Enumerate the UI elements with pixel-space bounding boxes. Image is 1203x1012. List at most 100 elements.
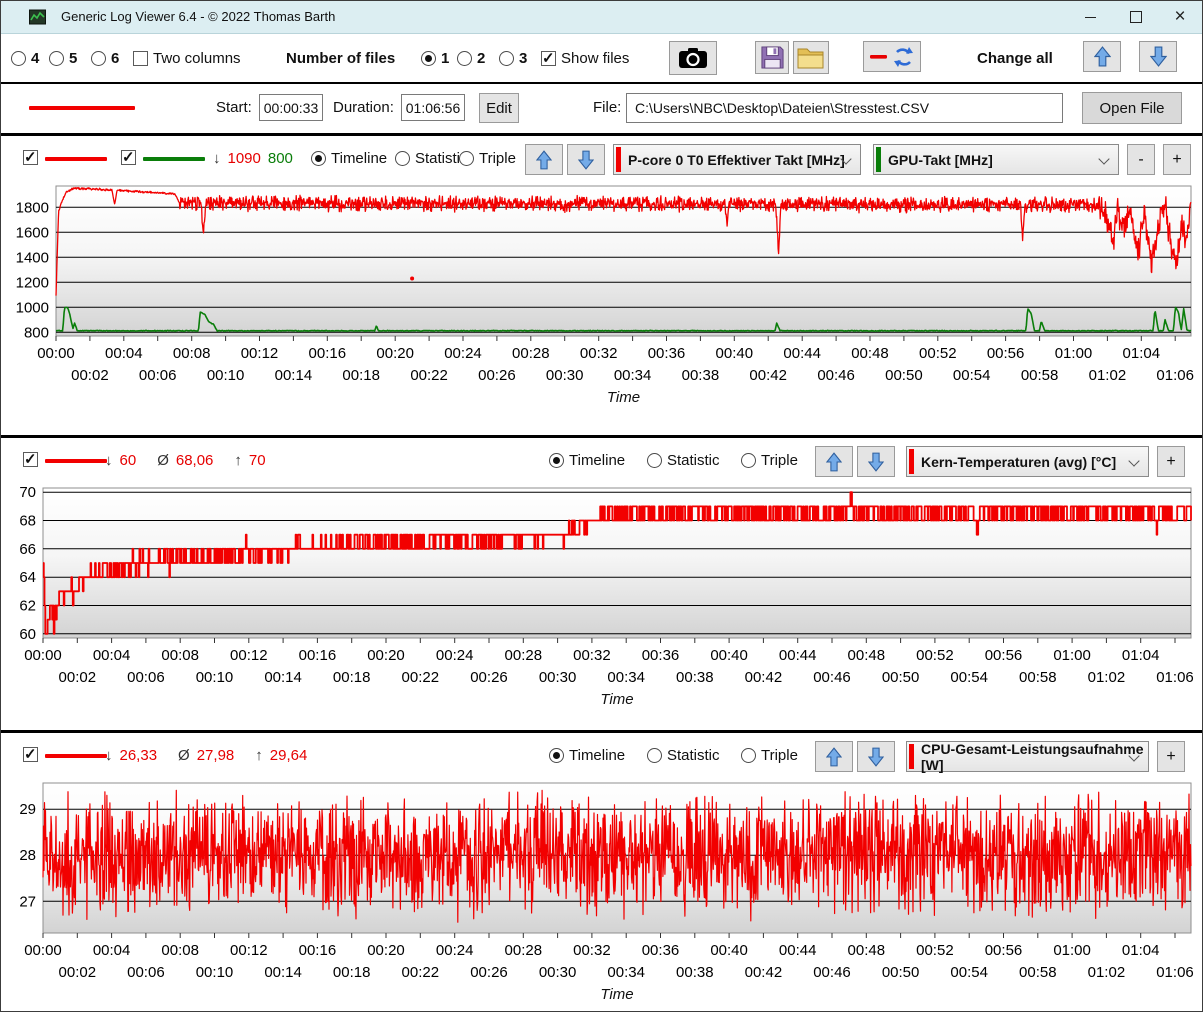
radio-icon[interactable]	[395, 151, 410, 166]
checkbox-icon[interactable]	[133, 51, 148, 66]
svg-text:01:00: 01:00	[1053, 647, 1091, 664]
minimize-button[interactable]	[1073, 3, 1107, 31]
panel3-move-up-button[interactable]	[815, 741, 853, 772]
svg-text:00:54: 00:54	[953, 367, 991, 384]
chart-cpu-power[interactable]: 27282900:0000:0200:0400:0600:0800:1000:1…	[1, 775, 1203, 1007]
radio-icon[interactable]	[421, 51, 436, 66]
panel2-view-statistic[interactable]: Statistic	[647, 452, 720, 469]
layout-radio-5[interactable]: 5	[49, 50, 77, 67]
checkbox-icon[interactable]	[23, 747, 38, 762]
svg-text:28: 28	[19, 847, 36, 864]
radio-icon[interactable]	[647, 748, 662, 763]
svg-text:00:42: 00:42	[745, 964, 783, 981]
radio-icon[interactable]	[457, 51, 472, 66]
file-count-radio-1[interactable]: 1	[421, 50, 449, 67]
checkbox-icon[interactable]	[121, 150, 136, 165]
panel-power: ↓ 26,33 Ø 27,98 ↑ 29,64 Timeline Statist…	[1, 730, 1202, 1012]
file-count-radio-3[interactable]: 3	[499, 50, 527, 67]
panel1-move-up-button[interactable]	[525, 144, 563, 175]
radio-icon[interactable]	[549, 748, 564, 763]
checkbox-icon[interactable]	[23, 150, 38, 165]
panel2-view-timeline[interactable]: Timeline	[549, 452, 625, 469]
svg-text:00:02: 00:02	[71, 367, 109, 384]
two-columns-checkbox[interactable]: Two columns	[133, 50, 241, 67]
series2-visible-checkbox[interactable]	[121, 150, 136, 165]
duration-label: Duration:	[333, 99, 394, 116]
panel3-view-timeline[interactable]: Timeline	[549, 747, 625, 764]
reload-curves-button[interactable]	[863, 41, 921, 72]
svg-text:00:00: 00:00	[24, 647, 62, 664]
series1-color-sample	[45, 754, 107, 758]
panel3-view-triple[interactable]: Triple	[741, 747, 798, 764]
screenshot-button[interactable]	[669, 41, 717, 75]
svg-text:00:58: 00:58	[1019, 669, 1057, 686]
layout-radio-4[interactable]: 4	[11, 50, 39, 67]
panel1-view-triple[interactable]: Triple	[459, 150, 516, 167]
radio-icon[interactable]	[647, 453, 662, 468]
panel1-add-signal-button[interactable]: +	[1163, 144, 1191, 175]
checkbox-icon[interactable]	[23, 452, 38, 467]
file-path-input[interactable]	[626, 93, 1063, 123]
radio-icon[interactable]	[11, 51, 26, 66]
panel3-add-signal-button[interactable]: +	[1157, 741, 1185, 772]
panel2-signal-dropdown[interactable]: Kern-Temperaturen (avg) [°C]	[906, 446, 1149, 477]
open-file-button[interactable]: Open File	[1082, 92, 1182, 124]
svg-text:01:04: 01:04	[1122, 647, 1160, 664]
chart-core-temperature[interactable]: 60626466687000:0000:0200:0400:0600:0800:…	[1, 480, 1203, 712]
duration-input[interactable]	[401, 94, 465, 121]
maximize-button[interactable]	[1119, 3, 1153, 31]
series1-color-sample	[45, 459, 107, 463]
panel1-view-timeline[interactable]: Timeline	[311, 150, 387, 167]
radio-icon[interactable]	[459, 151, 474, 166]
panel1-signal1-dropdown[interactable]: P-core 0 T0 Effektiver Takt [MHz]	[613, 144, 861, 175]
svg-text:00:16: 00:16	[299, 647, 337, 664]
panel1-signal2-dropdown[interactable]: GPU-Takt [MHz]	[873, 144, 1119, 175]
series1-visible-checkbox[interactable]	[23, 150, 38, 165]
panel1-stats: ↓ 1090 800	[213, 150, 293, 167]
folder-icon	[797, 46, 825, 70]
svg-text:1800: 1800	[16, 199, 49, 216]
panel2-move-down-button[interactable]	[857, 446, 895, 477]
open-folder-button[interactable]	[793, 41, 829, 74]
svg-text:00:04: 00:04	[93, 942, 131, 959]
stat-min-red: 1090	[228, 150, 261, 167]
radio-icon[interactable]	[91, 51, 106, 66]
panel3-signal-dropdown[interactable]: CPU-Gesamt-Leistungsaufnahme [W]	[906, 741, 1149, 772]
chart-cpu-gpu-clock[interactable]: 8001000120014001600180000:0000:0200:0400…	[1, 178, 1203, 410]
chevron-down-icon	[1098, 153, 1109, 164]
panel1-view-statistic[interactable]: Statistic	[395, 150, 468, 167]
change-all-up-button[interactable]	[1083, 41, 1121, 72]
radio-icon[interactable]	[311, 151, 326, 166]
file-count-radio-2[interactable]: 2	[457, 50, 485, 67]
checkbox-icon[interactable]	[541, 51, 556, 66]
minimize-icon	[1085, 17, 1096, 18]
layout-radio-6[interactable]: 6	[91, 50, 119, 67]
series1-visible-checkbox[interactable]	[23, 452, 38, 467]
panel1-remove-signal-button[interactable]: -	[1127, 144, 1155, 175]
close-button[interactable]: ×	[1163, 3, 1197, 31]
radio-icon[interactable]	[499, 51, 514, 66]
radio-icon[interactable]	[741, 748, 756, 763]
change-all-down-button[interactable]	[1139, 41, 1177, 72]
show-files-checkbox[interactable]: Show files	[541, 50, 629, 67]
panel3-move-down-button[interactable]	[857, 741, 895, 772]
panel3-view-statistic[interactable]: Statistic	[647, 747, 720, 764]
arrow-down-icon	[868, 452, 884, 472]
start-time-input[interactable]	[259, 94, 323, 121]
panel2-move-up-button[interactable]	[815, 446, 853, 477]
panel2-add-signal-button[interactable]: +	[1157, 446, 1185, 477]
radio-icon[interactable]	[549, 453, 564, 468]
svg-text:00:00: 00:00	[37, 345, 75, 362]
svg-text:Time: Time	[600, 691, 633, 708]
svg-text:00:46: 00:46	[817, 367, 855, 384]
series1-visible-checkbox[interactable]	[23, 747, 38, 762]
panel1-move-down-button[interactable]	[567, 144, 605, 175]
toolbar: 4 5 6 Two columns Number of files 1 2 3 …	[1, 34, 1202, 84]
radio-icon[interactable]	[741, 453, 756, 468]
radio-icon[interactable]	[49, 51, 64, 66]
svg-text:00:14: 00:14	[275, 367, 313, 384]
max-arrow: ↑	[234, 452, 242, 469]
panel2-view-triple[interactable]: Triple	[741, 452, 798, 469]
save-button[interactable]	[755, 41, 789, 74]
edit-button[interactable]: Edit	[479, 93, 519, 123]
